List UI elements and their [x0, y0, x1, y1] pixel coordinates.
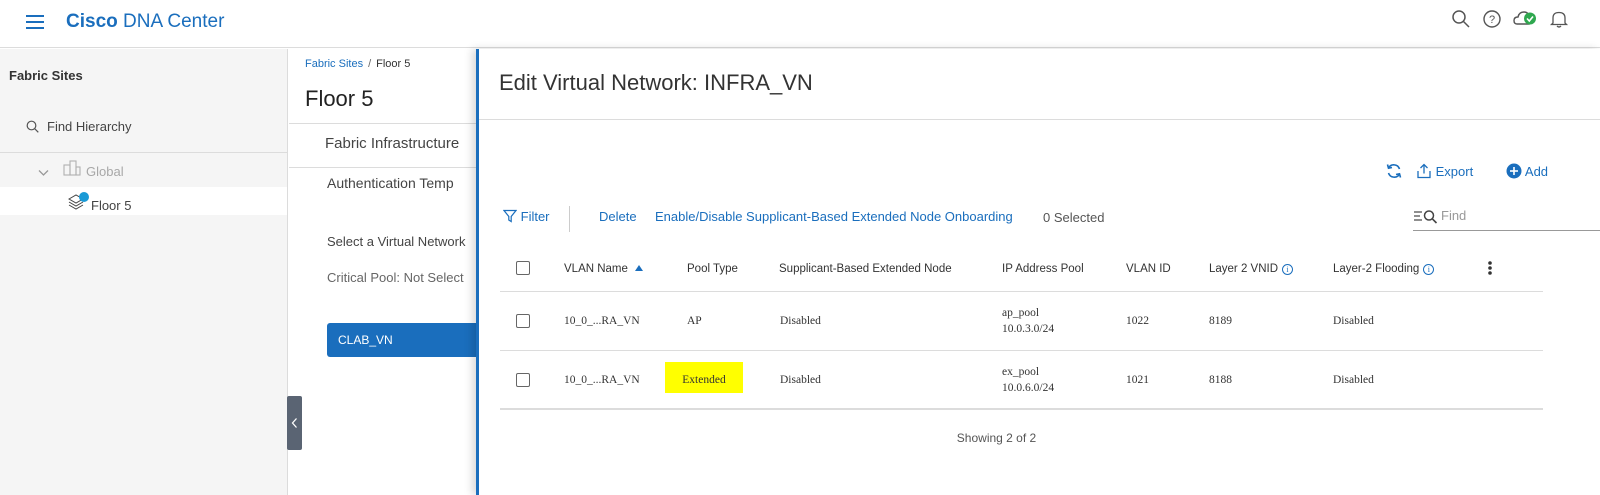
cell-vlan-name: 10_0_...RA_VN	[564, 315, 640, 327]
cell-vnid: 8189	[1209, 315, 1232, 327]
column-header-layer2-flooding[interactable]: Layer-2 Flooding i	[1333, 263, 1435, 275]
tree-item-floor-5[interactable]: Floor 5	[0, 187, 287, 215]
filter-label: Filter	[520, 209, 550, 224]
add-label: Add	[1524, 164, 1549, 179]
cell-vlan-id: 1022	[1126, 315, 1149, 327]
help-icon[interactable]: ?	[1482, 9, 1502, 29]
table-row[interactable]: 10_0_...RA_VN Extended Disabled ex_pool …	[500, 351, 1543, 410]
tree-item-global[interactable]: Global	[38, 160, 198, 184]
brand-bold: Cisco	[66, 11, 118, 32]
select-vn-label: Select a Virtual Network	[327, 234, 466, 249]
column-header-layer2-vnid[interactable]: Layer 2 VNID i	[1209, 263, 1294, 275]
panel-title: Edit Virtual Network: INFRA_VN	[499, 70, 813, 95]
cell-supplicant: Disabled	[780, 374, 821, 386]
tab-fabric-infrastructure[interactable]: Fabric Infrastructure	[289, 123, 479, 168]
cloud-status-icon[interactable]	[1513, 9, 1539, 29]
column-header-vlan-id[interactable]: VLAN ID	[1126, 263, 1171, 275]
bell-icon[interactable]	[1549, 9, 1569, 29]
add-button[interactable]: Add	[1506, 163, 1548, 179]
tab-authentication-template[interactable]: Authentication Temp	[327, 175, 454, 191]
tree-item-label: Global	[86, 164, 124, 179]
cell-flooding: Disabled	[1333, 374, 1374, 386]
sidebar-title: Fabric Sites	[9, 68, 83, 83]
column-header-pool-type[interactable]: Pool Type	[687, 263, 738, 275]
brand-name: DNA Center	[123, 11, 225, 32]
row-checkbox[interactable]	[516, 373, 530, 387]
search-icon[interactable]	[1451, 9, 1471, 29]
refresh-icon	[1386, 164, 1402, 178]
menu-icon[interactable]	[26, 14, 44, 30]
building-group-icon	[63, 160, 81, 176]
sidebar-divider	[0, 152, 287, 153]
column-header-ip-pool[interactable]: IP Address Pool	[1002, 263, 1084, 275]
cell-flooding: Disabled	[1333, 315, 1374, 327]
column-header-supplicant[interactable]: Supplicant-Based Extended Node	[779, 263, 952, 275]
refresh-button[interactable]	[1385, 163, 1403, 183]
table-actionbar: Filter Delete Enable/Disable Supplicant-…	[502, 206, 1600, 236]
selected-count: 0 Selected	[1043, 210, 1105, 225]
vn-item-clab-vn[interactable]: CLAB_VN	[327, 323, 479, 357]
column-header-label: VLAN Name	[564, 263, 628, 275]
page-title: Floor 5	[305, 86, 374, 111]
edit-virtual-network-panel: Edit Virtual Network: INFRA_VN Export Ad…	[476, 49, 1600, 495]
fabric-sites-sidebar: Fabric Sites Find Hierarchy Global Floor…	[0, 49, 288, 495]
filter-icon	[502, 209, 518, 223]
search-list-icon	[1414, 210, 1438, 224]
cell-pool-subnet: 10.0.6.0/24	[1002, 382, 1055, 394]
sort-ascending-icon[interactable]	[635, 265, 644, 271]
export-label: Export	[1435, 164, 1474, 179]
chevron-down-icon[interactable]	[38, 169, 49, 177]
site-content: Fabric Sites / Floor 5 Floor 5 Fabric Infr…	[289, 49, 479, 495]
export-button[interactable]: Export	[1416, 163, 1473, 179]
delete-button[interactable]: Delete	[599, 209, 637, 224]
actionbar-separator	[569, 206, 570, 232]
breadcrumb-separator: /	[368, 58, 372, 70]
table-search-input[interactable]: Find	[1413, 206, 1600, 231]
enable-disable-onboarding-button[interactable]: Enable/Disable Supplicant-Based Extended…	[655, 209, 1013, 224]
search-icon	[26, 120, 39, 133]
svg-text:?: ?	[1489, 14, 1495, 26]
select-all-checkbox[interactable]	[516, 261, 530, 275]
info-icon[interactable]: i	[1282, 264, 1294, 275]
app-logo[interactable]: Cisco DNA Center	[66, 11, 224, 33]
breadcrumb: Fabric Sites / Floor 5	[305, 58, 410, 70]
more-options-icon[interactable]	[1487, 259, 1493, 280]
cell-vlan-name: 10_0_...RA_VN	[564, 374, 640, 386]
top-header: Cisco DNA Center ?	[0, 0, 1600, 48]
hierarchy-search-placeholder: Find Hierarchy	[47, 119, 132, 134]
cell-supplicant: Disabled	[780, 315, 821, 327]
table-footer: Showing 2 of 2	[956, 431, 1037, 445]
breadcrumb-link-fabric-sites[interactable]: Fabric Sites	[305, 58, 363, 70]
tab-divider	[289, 167, 479, 168]
search-placeholder: Find	[1441, 208, 1467, 223]
breadcrumb-current: Floor 5	[376, 58, 411, 70]
tree-item-label: Floor 5	[91, 198, 132, 213]
vlan-table: VLAN Name Pool Type Supplicant-Based Ext…	[500, 249, 1543, 410]
export-icon	[1417, 163, 1431, 179]
cell-vlan-id: 1021	[1126, 374, 1149, 386]
table-header: VLAN Name Pool Type Supplicant-Based Ext…	[500, 249, 1543, 292]
cell-pool-name: ap_pool	[1002, 307, 1040, 319]
row-checkbox[interactable]	[516, 314, 530, 328]
table-row[interactable]: 10_0_...RA_VN AP Disabled ap_pool 10.0.3…	[500, 292, 1543, 351]
critical-pool-label: Critical Pool: Not Select	[327, 270, 464, 285]
chevron-left-icon	[291, 418, 297, 428]
cell-pool-subnet: 10.0.3.0/24	[1002, 323, 1055, 335]
info-icon[interactable]: i	[1423, 264, 1435, 275]
panel-divider	[479, 119, 1600, 120]
filter-button[interactable]: Filter	[502, 209, 550, 224]
column-header-label: Layer 2 VNID	[1209, 263, 1279, 275]
column-header-vlan-name[interactable]: VLAN Name	[564, 263, 644, 275]
add-icon	[1506, 163, 1522, 179]
floor-icon	[68, 192, 89, 210]
cell-pool-name: ex_pool	[1002, 366, 1040, 378]
cell-pool-type: Extended	[665, 362, 743, 393]
column-header-label: Layer-2 Flooding	[1333, 263, 1420, 275]
collapse-sidebar-handle[interactable]	[287, 396, 302, 450]
cell-vnid: 8188	[1209, 374, 1232, 386]
cell-pool-type: AP	[687, 315, 702, 327]
